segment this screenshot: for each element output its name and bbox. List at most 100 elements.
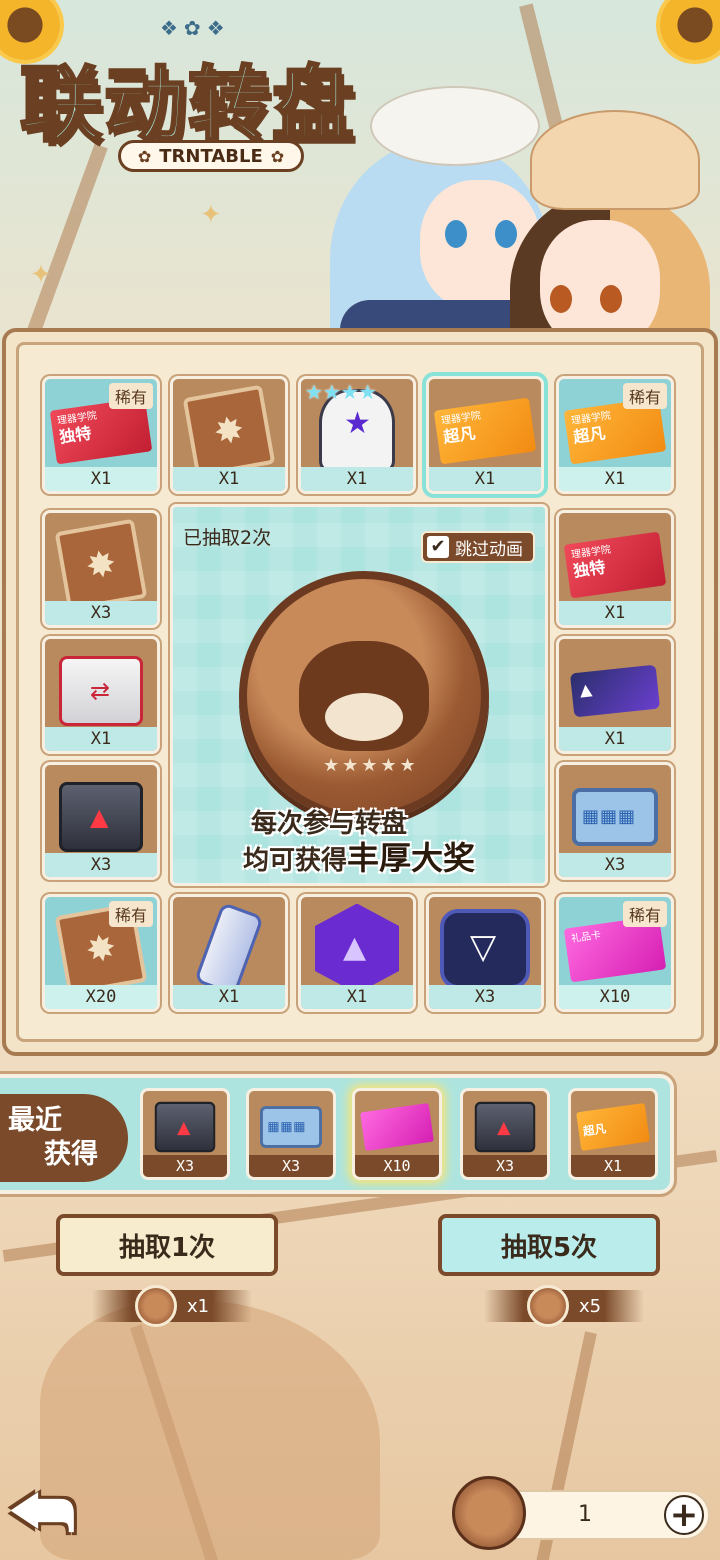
draw-five-button[interactable]: 抽取5次 — [438, 1214, 660, 1276]
draw-five-cost-value: x5 — [578, 1295, 602, 1317]
prize-quantity: X1 — [45, 467, 157, 491]
character-hat — [530, 110, 700, 210]
recent-label-line2: 获得 — [44, 1139, 98, 1170]
prize-cell: 理器学院 超凡 X1 — [426, 376, 544, 494]
recent-item-quantity: X3 — [463, 1155, 547, 1177]
ticket-text: 超凡 — [582, 1121, 607, 1139]
prize-cell: X1 — [298, 894, 416, 1012]
prize-cell: X3 — [426, 894, 544, 1012]
prize-cell: X3 — [42, 510, 160, 628]
ticket-caption: 礼品卡 — [570, 929, 602, 945]
dark-supply-box-icon — [154, 1101, 216, 1153]
recent-label-line1: 最近 — [8, 1105, 62, 1136]
ticket-text: 超凡 — [572, 422, 607, 447]
prize-cell: X3 — [556, 762, 674, 880]
prize-quantity: X10 — [559, 985, 671, 1009]
recent-item: X10 — [352, 1088, 442, 1180]
prize-quantity: X1 — [429, 467, 541, 491]
skip-animation-label: 跳过动画 — [455, 539, 523, 560]
draw-count: 已抽取2次 — [183, 527, 272, 549]
center-panel: 已抽取2次 ✔ 跳过动画 ★★★★★ 每次参与转盘 均可获得丰厚大奖 — [170, 504, 548, 886]
dark-supply-box-icon — [59, 781, 143, 852]
coin-icon — [452, 1476, 526, 1550]
character-eye — [495, 220, 517, 248]
prize-quantity: X3 — [559, 853, 671, 877]
recent-item: X3 — [246, 1088, 336, 1180]
character-hat — [370, 86, 540, 166]
giraffe-face-icon — [299, 641, 429, 751]
add-coin-button[interactable]: + — [664, 1495, 704, 1535]
prize-cell: ★★★★ X1 — [298, 376, 416, 494]
prize-cell: 稀有 X20 — [42, 894, 160, 1012]
candy-icon: ❖✿❖ — [160, 16, 231, 40]
prize-quantity: X3 — [45, 601, 157, 625]
rare-badge: 稀有 — [108, 901, 153, 927]
turntable-coin-icon: ★★★★★ — [239, 571, 489, 821]
draw-once-button[interactable]: 抽取1次 — [56, 1214, 278, 1276]
map-fragment-icon — [182, 384, 276, 477]
coin-count: 1 — [578, 1502, 592, 1527]
checkbox-icon[interactable]: ✔ — [427, 536, 449, 558]
character-eye — [550, 285, 572, 313]
prize-cell: 理器学院 独特 稀有 X1 — [42, 376, 160, 494]
triangle-emblem-icon — [440, 908, 530, 989]
coin-balance: 1 + — [452, 1476, 710, 1550]
recent-item-quantity: X3 — [143, 1155, 227, 1177]
rare-badge: 稀有 — [622, 383, 667, 409]
blue-case-icon — [260, 1106, 322, 1148]
red-white-crate-icon — [59, 655, 143, 726]
orange-ticket-icon: 超凡 — [576, 1103, 650, 1152]
back-arrow-icon[interactable]: ⮪ — [10, 1478, 122, 1548]
prize-cell: 理器学院 独特 X1 — [556, 510, 674, 628]
promo-line2-b: 丰厚大奖 — [347, 839, 476, 877]
star-icon: ✦ — [30, 260, 52, 290]
recent-item-quantity: X1 — [571, 1155, 655, 1177]
prize-cell: X1 — [170, 376, 288, 494]
prize-cell: 理器学院 超凡 稀有 X1 — [556, 376, 674, 494]
prize-quantity: X3 — [429, 985, 541, 1009]
prize-quantity: X1 — [301, 985, 413, 1009]
recent-label: 最近 获得 — [0, 1094, 128, 1182]
flower-icon: ✿ — [270, 146, 285, 166]
map-fragment-icon — [54, 518, 148, 611]
dark-supply-box-icon — [474, 1101, 536, 1153]
recent-item: X3 — [140, 1088, 230, 1180]
subtitle-text: TRNTABLE — [159, 145, 263, 167]
skip-animation-toggle[interactable]: ✔ 跳过动画 — [421, 531, 535, 563]
red-ticket-icon: 理器学院 独特 — [563, 531, 667, 598]
promo-line1: 每次参与转盘 — [250, 809, 407, 839]
promo-line2: 均可获得丰厚大奖 — [173, 841, 545, 878]
rare-badge: 稀有 — [108, 383, 153, 409]
promo-line2-a: 均可获得 — [242, 846, 347, 876]
prize-quantity: X1 — [559, 601, 671, 625]
coin-icon — [526, 1285, 569, 1327]
prize-quantity: X20 — [45, 985, 157, 1009]
pink-gift-card-icon — [360, 1103, 434, 1152]
prize-cell: 礼品卡 稀有 X10 — [556, 894, 674, 1012]
star-rating-icon: ★★★★ — [305, 380, 377, 404]
purple-card-icon — [569, 664, 661, 717]
prize-quantity: X1 — [45, 727, 157, 751]
recent-item: X3 — [460, 1088, 550, 1180]
draw-five-cost: x5 — [484, 1285, 644, 1327]
star-icon: ✦ — [200, 200, 222, 230]
character-illustration — [300, 70, 720, 335]
draw-once-cost-value: x1 — [186, 1295, 210, 1317]
recent-item: 超凡 X1 — [568, 1088, 658, 1180]
character-face — [540, 220, 660, 335]
rare-badge: 稀有 — [622, 901, 667, 927]
coin-icon — [134, 1285, 177, 1327]
prize-quantity: X1 — [301, 467, 413, 491]
draw-once-cost: x1 — [92, 1285, 252, 1327]
page-subtitle: ✿ TRNTABLE ✿ — [118, 140, 304, 172]
recent-item-quantity: X3 — [249, 1155, 333, 1177]
character-eye — [445, 220, 467, 248]
ticket-text: 独特 — [58, 422, 93, 447]
prize-quantity: X3 — [45, 853, 157, 877]
prize-quantity: X1 — [173, 467, 285, 491]
prize-cell: X1 — [556, 636, 674, 754]
promo-text: 每次参与转盘 均可获得丰厚大奖 — [173, 807, 545, 878]
purple-hex-badge-icon — [315, 903, 399, 994]
flower-icon: ✿ — [137, 146, 152, 166]
prize-cell: X3 — [42, 762, 160, 880]
